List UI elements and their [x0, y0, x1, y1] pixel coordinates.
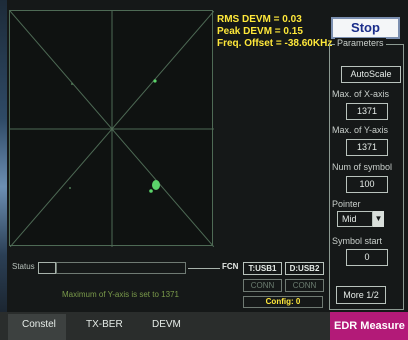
pointer-label: Pointer: [332, 199, 361, 209]
config-readout: Config: 0: [243, 296, 323, 308]
max-x-label: Max. of X-axis: [332, 89, 390, 99]
constellation-grid: [10, 11, 214, 247]
d-usb-button[interactable]: D:USB2: [285, 262, 324, 275]
max-y-input[interactable]: 1371: [346, 139, 388, 156]
tab-tx-ber[interactable]: TX-BER: [86, 319, 123, 330]
status-indicator: [38, 262, 56, 274]
max-y-label: Max. of Y-axis: [332, 125, 389, 135]
symbol-start-label: Symbol start: [332, 236, 383, 246]
num-symbol-label: Num of symbol: [332, 162, 393, 172]
autoscale-button[interactable]: AutoScale: [341, 66, 401, 83]
symbol-point: [71, 83, 73, 85]
tab-devm[interactable]: DEVM: [152, 319, 181, 330]
t-usb-button[interactable]: T:USB1: [243, 262, 282, 275]
d-usb-state: CONN: [285, 279, 324, 292]
status-message: Maximum of Y-axis is set to 1371: [62, 290, 179, 299]
status-bar: [56, 262, 186, 274]
pointer-select[interactable]: Mid: [337, 211, 373, 227]
max-x-input[interactable]: 1371: [346, 103, 388, 120]
symbol-cluster: [152, 180, 160, 190]
edr-measure-button[interactable]: EDR Measure: [330, 312, 408, 340]
num-symbol-input[interactable]: 100: [346, 176, 388, 193]
stop-button[interactable]: Stop: [331, 17, 400, 39]
t-usb-state: CONN: [243, 279, 282, 292]
symbol-point: [69, 187, 71, 189]
symbol-point: [149, 189, 153, 193]
rms-devm-readout: RMS DEVM = 0.03: [217, 14, 302, 25]
more-button[interactable]: More 1/2: [336, 286, 386, 304]
constellation-plot: [9, 10, 214, 247]
tab-constel[interactable]: Constel: [22, 319, 56, 330]
peak-devm-readout: Peak DEVM = 0.15: [217, 26, 303, 37]
fcn-connector-line: [188, 268, 220, 269]
parameters-title: Parameters: [335, 38, 386, 48]
status-label: Status: [12, 262, 35, 271]
chevron-down-icon[interactable]: ▼: [373, 211, 384, 227]
symbol-start-input[interactable]: 0: [346, 249, 388, 266]
left-window-strip: [0, 0, 7, 340]
freq-offset-readout: Freq. Offset = -38.60KHz: [217, 38, 333, 49]
fcn-label: FCN: [222, 262, 239, 271]
symbol-point: [153, 79, 157, 83]
